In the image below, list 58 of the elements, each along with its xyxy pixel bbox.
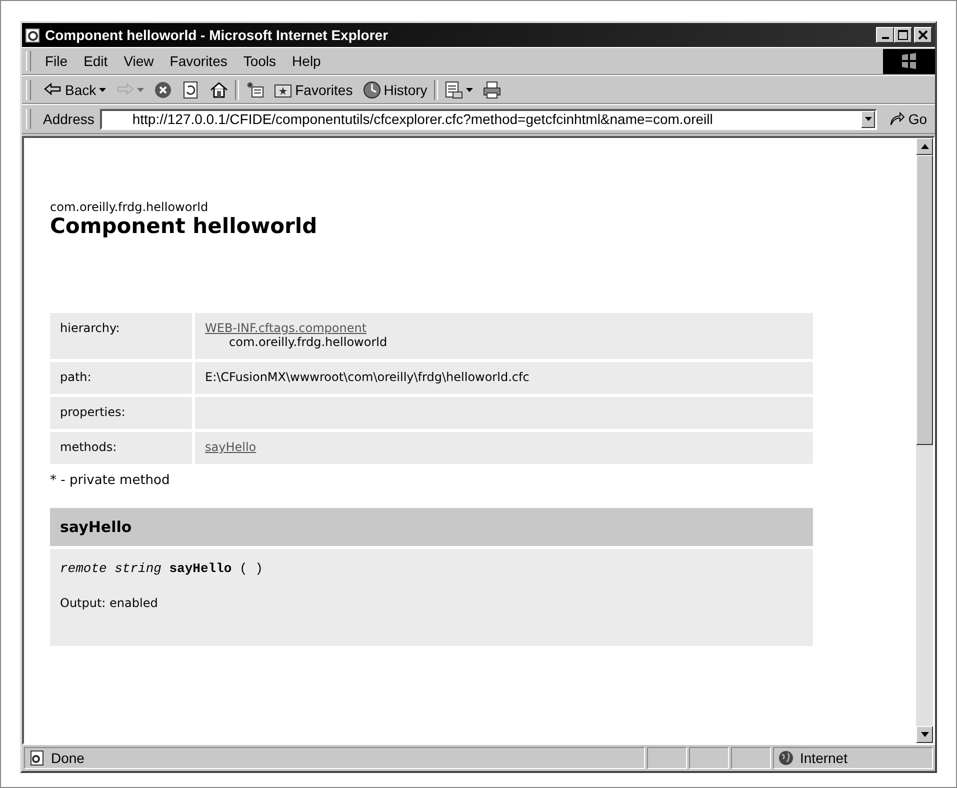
browser-icon <box>25 27 41 43</box>
zone-text: Internet <box>773 747 933 769</box>
status-pane <box>647 747 687 769</box>
page-icon <box>29 750 45 766</box>
toolbar-button[interactable]: History <box>360 78 430 100</box>
note-text: * - private method <box>50 473 171 488</box>
scrollbar[interactable] <box>916 138 933 743</box>
close-icon <box>918 30 928 40</box>
globe-icon <box>778 750 794 766</box>
maximize-button[interactable] <box>894 27 912 43</box>
output-text: Output: enabled <box>60 596 159 610</box>
scroll-up-button[interactable] <box>916 138 933 155</box>
up-arrow-icon <box>920 144 928 149</box>
menu-item[interactable]: Help <box>284 51 329 71</box>
home-icon <box>210 80 228 98</box>
scroll-thumb[interactable] <box>916 155 933 445</box>
table-cell: properties: <box>50 397 192 429</box>
link[interactable]: WEB-INF.cftags.component <box>205 321 367 335</box>
window-title: Component helloworld - Microsoft Internet Explorer <box>45 27 390 43</box>
status-text: Done <box>24 747 645 769</box>
clock-icon <box>362 80 381 98</box>
cell-text: com.oreilly.frdg.helloworld <box>229 335 388 349</box>
printer-icon <box>483 80 502 98</box>
stop-icon <box>154 80 172 98</box>
go-arrow-icon <box>889 111 906 127</box>
package-name: com.oreilly.frdg.helloworld <box>50 200 210 214</box>
caret-icon <box>864 117 872 121</box>
menu-item[interactable]: Tools <box>235 51 284 71</box>
table-cell: hierarchy: <box>50 313 192 359</box>
table-cell: path: <box>50 362 192 394</box>
menu-item[interactable]: File <box>37 51 76 71</box>
method-header: sayHello <box>50 508 813 546</box>
minimize-button[interactable] <box>876 27 894 43</box>
toolbar-button[interactable]: Back <box>41 78 110 100</box>
address-field[interactable]: http://127.0.0.1/CFIDE/componentutils/cfcexplorer.cfc?method=getcfcinhtml&name=com.oreill <box>100 108 878 130</box>
close-button[interactable] <box>914 27 932 43</box>
method-signature: remote string sayHello ( ) <box>60 561 264 576</box>
menu-item[interactable]: Edit <box>76 51 116 71</box>
page-title: Component helloworld <box>50 214 318 238</box>
cell-text: E:\CFusionMX\wwwroot\com\oreilly\frdg\helloworld.cfc <box>205 370 530 384</box>
refresh-icon <box>182 80 200 98</box>
windows-logo <box>883 48 935 74</box>
link[interactable]: sayHello <box>205 440 256 454</box>
menu-item[interactable]: View <box>116 51 162 71</box>
address-label: Address <box>43 111 94 127</box>
minimize-icon <box>882 37 888 39</box>
scroll-down-button[interactable] <box>916 726 933 743</box>
maximize-icon <box>898 30 908 40</box>
toolbar-button[interactable]: Favorites <box>271 78 356 100</box>
dropdown-button[interactable] <box>861 110 876 128</box>
down-arrow-icon <box>920 732 928 737</box>
menu-item[interactable]: Favorites <box>162 51 236 71</box>
table-cell: methods: <box>50 432 192 464</box>
search-icon <box>246 80 264 98</box>
go-button[interactable]: Go <box>883 111 935 127</box>
status-pane <box>731 747 771 769</box>
status-pane <box>689 747 729 769</box>
document-icon <box>445 80 464 98</box>
